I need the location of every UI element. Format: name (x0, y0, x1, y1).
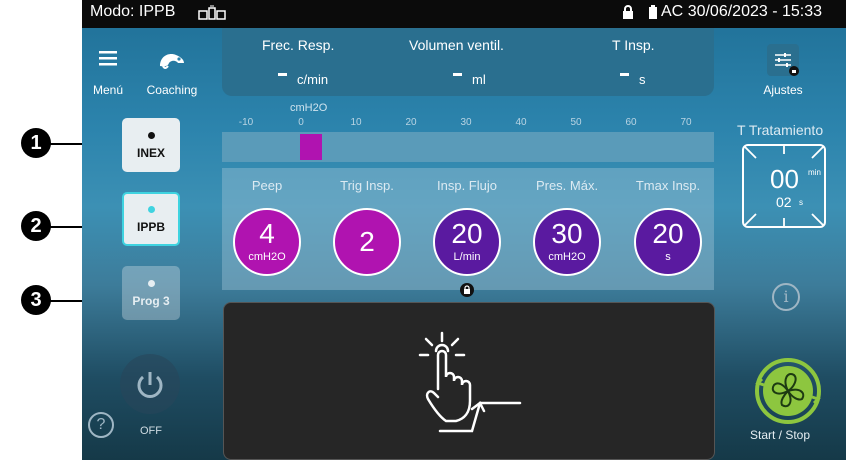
panel-lock-icon (460, 283, 474, 302)
pressure-bar (222, 132, 714, 162)
help-icon[interactable]: ? (88, 412, 114, 438)
power-label: OFF (140, 425, 162, 437)
mode-button-prog3[interactable]: Prog 3 (122, 266, 180, 320)
callout-1: 1 (21, 128, 51, 158)
settings-button[interactable]: Ajustes (753, 44, 813, 97)
start-stop-button[interactable] (748, 357, 828, 429)
pressure-tick: 0 (298, 117, 304, 128)
sliders-icon (767, 44, 799, 76)
touch-hand-icon (418, 331, 522, 433)
pressure-tick: -10 (238, 117, 254, 128)
timer-sec-unit: s (799, 198, 803, 207)
status-bar: Modo: IPPB AC 30/06/2023 - 15:33 (82, 0, 846, 28)
power-button[interactable] (120, 354, 180, 414)
treatment-timer: 00 min 02 s (742, 144, 826, 228)
resp-rate-label: Frec. Resp. (262, 37, 335, 53)
pressure-tick: 20 (405, 117, 417, 128)
volume-label: Volumen ventil. (409, 37, 504, 53)
pressure-scale: cmH2O -10 0 10 20 30 40 50 60 70 (222, 102, 714, 132)
ippb-indicator (147, 206, 155, 213)
param-label-peep: Peep (251, 178, 283, 193)
pressure-tick: 60 (625, 117, 637, 128)
mode-button-inex[interactable]: INEX (122, 118, 180, 172)
param-label-tmax: Tmax Insp. (635, 178, 701, 193)
settings-label: Ajustes (763, 83, 803, 97)
timer-seconds: 02 (776, 194, 792, 210)
param-label-flow: Insp. Flujo (437, 178, 497, 193)
start-stop-label: Start / Stop (750, 428, 811, 442)
pressure-tick: 30 (460, 117, 472, 128)
chameleon-icon (160, 54, 184, 69)
pressure-tick: 40 (515, 117, 527, 128)
peep-knob[interactable]: 4 cmH2O (233, 208, 301, 276)
insp-time-value: s (620, 72, 646, 87)
treatment-time-title: T Tratamiento (737, 122, 824, 138)
pressure-tick: 10 (350, 117, 362, 128)
power-source: AC (661, 3, 684, 20)
patient-circuit-icon (198, 5, 226, 26)
hamburger-icon (99, 51, 117, 66)
param-label-trig: Trig Insp. (340, 178, 394, 193)
callout-2: 2 (21, 211, 51, 241)
measurements-panel: Frec. Resp. Volumen ventil. T Insp. c/mi… (222, 28, 714, 96)
menu-button[interactable]: Menú (86, 50, 130, 97)
pressure-tick: 70 (680, 117, 692, 128)
device-screen: Modo: IPPB AC 30/06/2023 - 15:33 Menú Co… (82, 0, 846, 460)
info-icon[interactable]: i (772, 283, 800, 311)
lock-icon (622, 5, 634, 25)
touch-activation-area[interactable] (223, 302, 715, 460)
timer-min-unit: min (808, 168, 821, 177)
mode-indicator: Modo: IPPB (90, 3, 176, 20)
insp-time-label: T Insp. (612, 37, 655, 53)
fan-icon (755, 358, 821, 424)
prog3-indicator (147, 280, 155, 287)
timer-minutes: 00 (770, 164, 799, 194)
power-icon (137, 372, 163, 398)
pressure-marker (300, 134, 322, 160)
volume-value: ml (453, 72, 486, 87)
battery-icon (648, 5, 658, 25)
menu-label: Menú (92, 83, 124, 97)
coaching-label: Coaching (146, 83, 198, 97)
parameters-panel: Peep Trig Insp. Insp. Flujo Pres. Máx. T… (222, 168, 714, 290)
datetime: 30/06/2023 - 15:33 (687, 3, 823, 20)
callout-3: 3 (21, 285, 51, 315)
param-label-pmax: Pres. Máx. (535, 178, 599, 193)
mode-button-ippb[interactable]: IPPB (122, 192, 180, 246)
resp-rate-value: c/min (278, 72, 328, 87)
coaching-button[interactable]: Coaching (140, 50, 204, 97)
max-insp-time-knob[interactable]: 20 s (634, 208, 702, 276)
max-pressure-knob[interactable]: 30 cmH2O (533, 208, 601, 276)
trigger-knob[interactable]: 2 (333, 208, 401, 276)
status-datetime: AC 30/06/2023 - 15:33 (661, 3, 822, 21)
pressure-unit: cmH2O (290, 102, 328, 114)
flow-knob[interactable]: 20 L/min (433, 208, 501, 276)
inex-indicator (147, 132, 155, 139)
pressure-tick: 50 (570, 117, 582, 128)
